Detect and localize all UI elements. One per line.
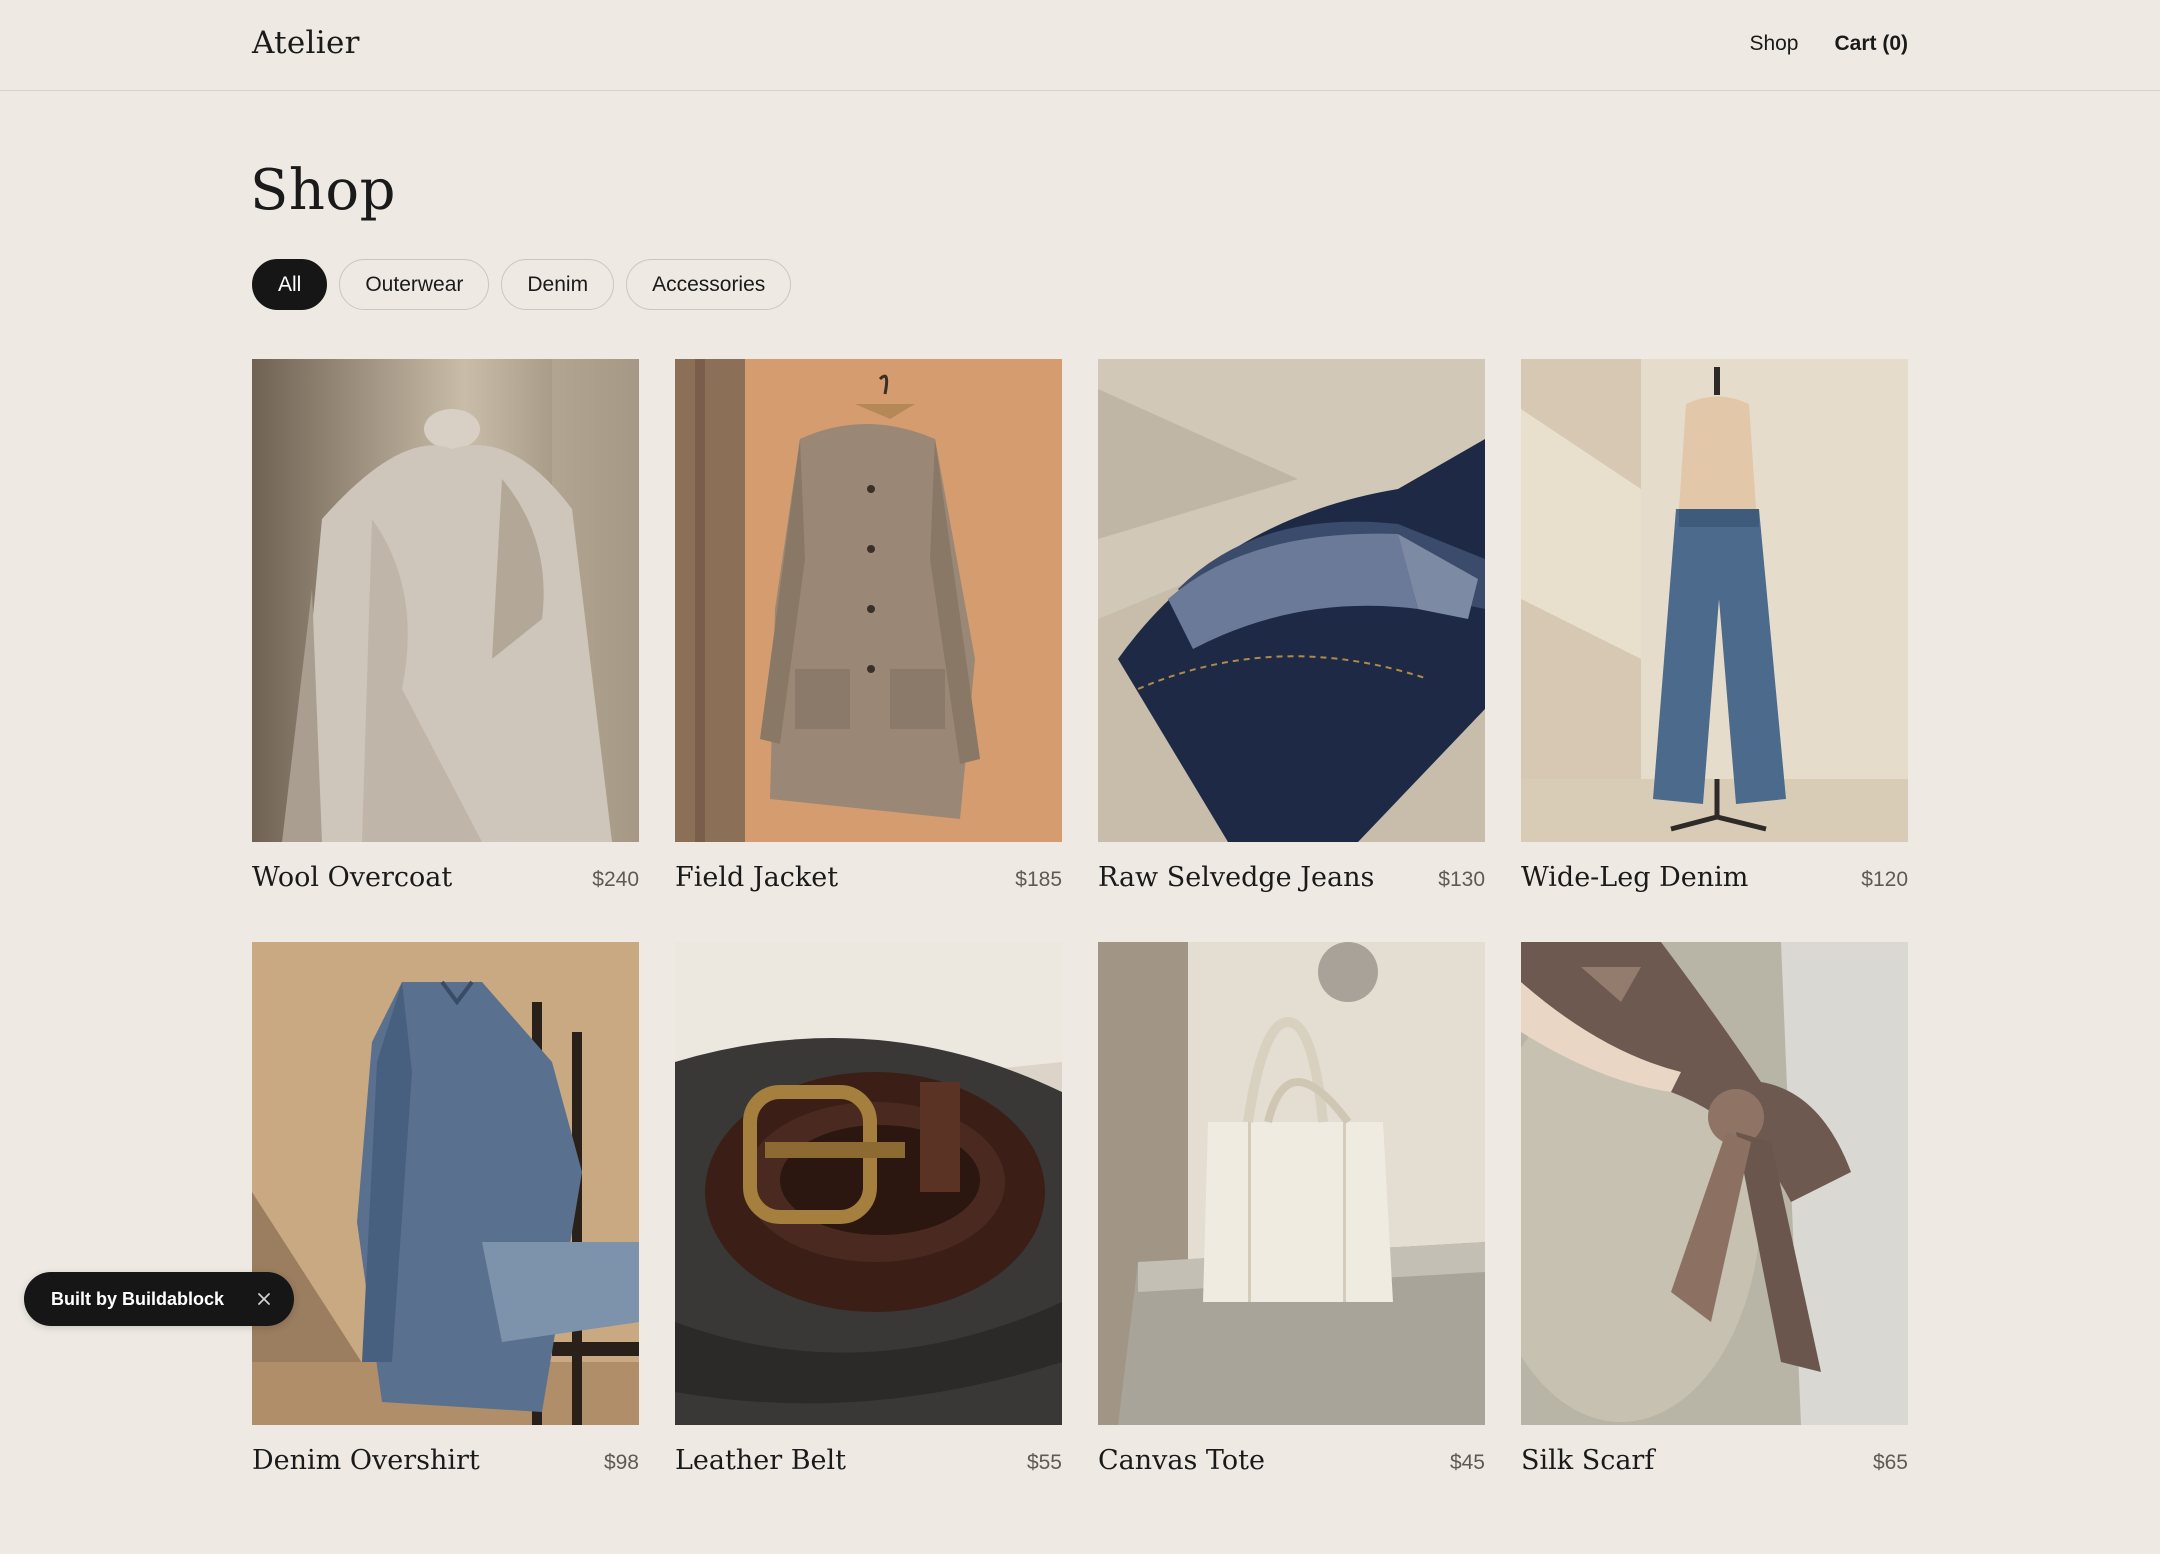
product-name: Denim Overshirt — [252, 1445, 480, 1476]
product-name: Silk Scarf — [1521, 1445, 1655, 1476]
raw-selvedge-jeans-image[interactable] — [1098, 359, 1485, 842]
field-jacket-image[interactable] — [675, 359, 1062, 842]
close-icon[interactable] — [252, 1287, 276, 1311]
denim-overshirt-image[interactable] — [252, 942, 639, 1425]
product-price: $98 — [603, 1451, 639, 1474]
product-price: $130 — [1438, 868, 1485, 891]
product-name: Leather Belt — [675, 1445, 847, 1476]
site-header: Atelier Shop Cart (0) — [0, 0, 2160, 91]
product-name: Wool Overcoat — [252, 862, 453, 893]
product-price: $55 — [1026, 1451, 1062, 1474]
product-card[interactable]: Wide-Leg Denim $120 — [1521, 359, 1908, 902]
product-card[interactable]: Wool Overcoat $240 — [252, 359, 639, 902]
wide-leg-denim-image[interactable] — [1521, 359, 1908, 842]
site-logo[interactable]: Atelier — [252, 25, 360, 61]
filter-all[interactable]: All — [252, 259, 328, 310]
product-card[interactable]: Canvas Tote $45 — [1098, 942, 1485, 1485]
product-price: $240 — [592, 868, 639, 891]
product-card[interactable]: Denim Overshirt $98 — [252, 942, 639, 1485]
built-by-badge[interactable]: Built by Buildablock — [24, 1272, 294, 1326]
product-card[interactable]: Silk Scarf $65 — [1521, 942, 1908, 1485]
nav-shop-link[interactable]: Shop — [1749, 32, 1798, 56]
filter-accessories[interactable]: Accessories — [626, 259, 792, 310]
product-grid: Wool Overcoat $240 Field Jacket $185 Raw… — [252, 359, 1908, 1485]
product-price: $65 — [1872, 1451, 1908, 1474]
product-price: $45 — [1449, 1451, 1485, 1474]
page-title: Shop — [250, 158, 396, 223]
product-name: Wide-Leg Denim — [1521, 862, 1749, 893]
product-card[interactable]: Raw Selvedge Jeans $130 — [1098, 359, 1485, 902]
product-card[interactable]: Leather Belt $55 — [675, 942, 1062, 1485]
category-filters: All Outerwear Denim Accessories — [252, 259, 792, 310]
product-card[interactable]: Field Jacket $185 — [675, 359, 1062, 902]
product-name: Raw Selvedge Jeans — [1098, 862, 1375, 893]
nav-cart-link[interactable]: Cart (0) — [1834, 32, 1908, 56]
badge-label: Built by Buildablock — [51, 1288, 225, 1309]
product-price: $185 — [1015, 868, 1062, 891]
filter-outerwear[interactable]: Outerwear — [339, 259, 490, 310]
main-nav: Shop Cart (0) — [1749, 32, 1908, 56]
product-name: Canvas Tote — [1098, 1445, 1265, 1476]
product-price: $120 — [1861, 868, 1908, 891]
leather-belt-image[interactable] — [675, 942, 1062, 1425]
wool-overcoat-image[interactable] — [252, 359, 639, 842]
silk-scarf-image[interactable] — [1521, 942, 1908, 1425]
canvas-tote-image[interactable] — [1098, 942, 1485, 1425]
filter-denim[interactable]: Denim — [501, 259, 615, 310]
product-name: Field Jacket — [675, 862, 839, 893]
